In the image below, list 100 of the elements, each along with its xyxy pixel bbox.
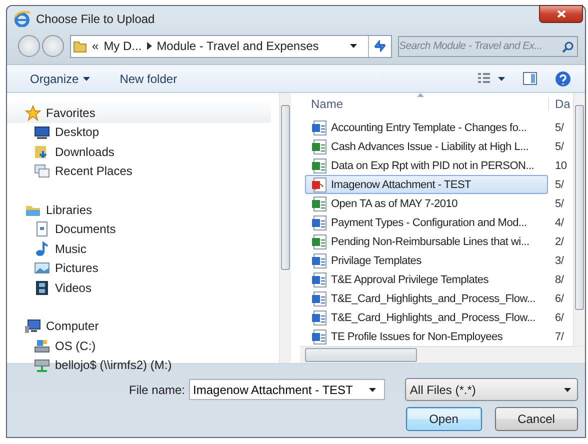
word-document-icon [311,290,327,306]
file-row[interactable]: TE Profile Issues for Non-Employees [305,327,548,346]
file-name: T&E Approval Privilege Templates [331,274,488,286]
spreadsheet-icon [311,196,327,212]
file-date: 7/ [554,330,564,342]
file-row[interactable]: Payment Types - Configuration and Mod... [305,213,548,232]
file-type-dropdown[interactable]: All Files (*.*) [404,378,578,401]
open-button[interactable]: Open [406,407,482,431]
file-name: T&E_Card_Highlights_and_Process_Flow... [331,312,536,324]
vertical-scrollbar[interactable] [573,93,585,346]
file-name: Data on Exp Rpt with PID not in PERSON... [331,160,534,172]
column-header[interactable]: Name [305,96,548,110]
file-row[interactable]: Cash Advances Issue - Liability at High L... [305,137,548,156]
file-row[interactable]: Accounting Entry Template - Changes fo... [305,118,548,137]
file-row[interactable]: T&E_Card_Highlights_and_Process_Flow... [305,289,548,308]
file-row[interactable]: Open TA as of MAY 7-2010 [305,194,548,213]
close-icon [556,10,566,18]
refresh-icon [373,40,387,52]
word-document-icon [311,252,327,268]
navigation-item[interactable]: Recent Places [55,164,132,178]
breadcrumb-arrow-icon [146,42,152,50]
dropdown-arrow-icon [350,44,357,48]
file-date: 8/ [554,274,564,286]
cancel-button[interactable]: Cancel [494,407,578,431]
back-button[interactable] [18,35,40,57]
preview-pane-icon [523,72,537,85]
column-header[interactable]: Da [548,96,570,110]
sort-arrow-icon [417,93,424,97]
search-icon [562,40,574,52]
file-date: 5/ [554,198,564,210]
navigation-item[interactable]: Downloads [55,144,114,159]
pdf-icon [311,176,327,192]
vertical-scrollbar[interactable] [279,93,291,363]
file-row[interactable]: Pending Non-Reimbursable Lines that wi... [305,232,548,251]
navigation-group[interactable]: Computer [46,319,99,334]
film-icon [34,280,50,296]
file-name: Open TA as of MAY 7-2010 [331,198,458,210]
navigation-item[interactable]: Music [55,242,86,256]
navigation-item[interactable]: bellojo$ (\\irmfs2) (M:) [55,358,172,372]
file-date: 6/ [554,312,564,324]
file-name: TE Profile Issues for Non-Employees [331,330,503,342]
file-date: 4/ [554,216,564,228]
navigation-group[interactable]: Favorites [46,106,96,120]
word-document-icon [311,120,327,136]
dropdown-arrow-icon [564,388,571,392]
star-icon [25,104,41,121]
file-date: 2/ [554,236,564,248]
file-row[interactable]: Imagenow Attachment - TEST [305,175,548,194]
navigation-item[interactable]: Documents [55,222,116,236]
file-date: 5/ [554,122,564,134]
document-icon [34,221,50,238]
picture-icon [34,260,50,276]
file-name: Imagenow Attachment - TEST [331,178,472,190]
browser-logo-icon [14,11,30,27]
network-drive-icon [34,357,50,374]
word-document-icon [311,272,327,288]
drive-icon [34,338,50,354]
navigation-item[interactable]: Desktop [55,125,100,140]
file-name: Privilage Templates [331,254,422,266]
file-date: 10 [554,160,567,172]
close-button[interactable] [539,5,583,23]
file-date: 6/ [554,292,564,304]
organize-menu-button[interactable]: Organize [27,70,93,88]
music-note-icon [34,240,50,257]
folder-icon [73,39,87,53]
monitor-icon [34,124,50,140]
file-row[interactable]: T&E Approval Privilege Templates [305,270,548,289]
spreadsheet-icon [311,158,327,174]
horizontal-scrollbar[interactable] [300,346,585,363]
new-folder-button[interactable]: New folder [116,70,180,88]
file-name: Payment Types - Configuration and Mod... [331,216,527,228]
word-document-icon [311,214,327,230]
word-document-icon [311,310,327,326]
file-date: 5/ [554,140,564,152]
address-bar[interactable]: « My D... Module - Travel and Expenses [70,34,392,58]
help-icon [555,70,571,86]
file-row[interactable]: Data on Exp Rpt with PID not in PERSON... [305,156,548,175]
navigation-group[interactable]: Libraries [46,202,92,217]
dropdown-arrow-icon [368,388,376,392]
window-stack-icon [34,163,50,180]
file-name: Pending Non-Reimbursable Lines that wi... [331,236,530,248]
file-row[interactable]: T&E_Card_Highlights_and_Process_Flow... [305,308,548,327]
breadcrumb[interactable]: Module - Travel and Expenses [156,39,319,53]
navigation-item[interactable]: Pictures [55,261,98,276]
overflow-chevron[interactable]: « [92,39,99,53]
forward-button[interactable] [42,35,64,57]
file-name-field[interactable]: Imagenow Attachment - TEST [189,379,385,400]
file-row[interactable]: Privilage Templates [305,251,548,270]
spreadsheet-icon [311,234,327,250]
caret-icon [82,76,90,80]
search-field[interactable]: Search Module - Travel and Ex... [398,36,578,56]
word-document-icon [311,328,327,344]
breadcrumb[interactable]: My D... [104,39,142,53]
file-date: 3/ [554,254,564,266]
file-name: T&E_Card_Highlights_and_Process_Flow... [331,292,536,304]
navigation-item[interactable]: OS (C:) [55,338,96,353]
computer-icon [25,318,41,334]
spreadsheet-icon [311,138,327,154]
navigation-item[interactable]: Videos [55,280,92,295]
file-name: Accounting Entry Template - Changes fo... [331,122,527,134]
